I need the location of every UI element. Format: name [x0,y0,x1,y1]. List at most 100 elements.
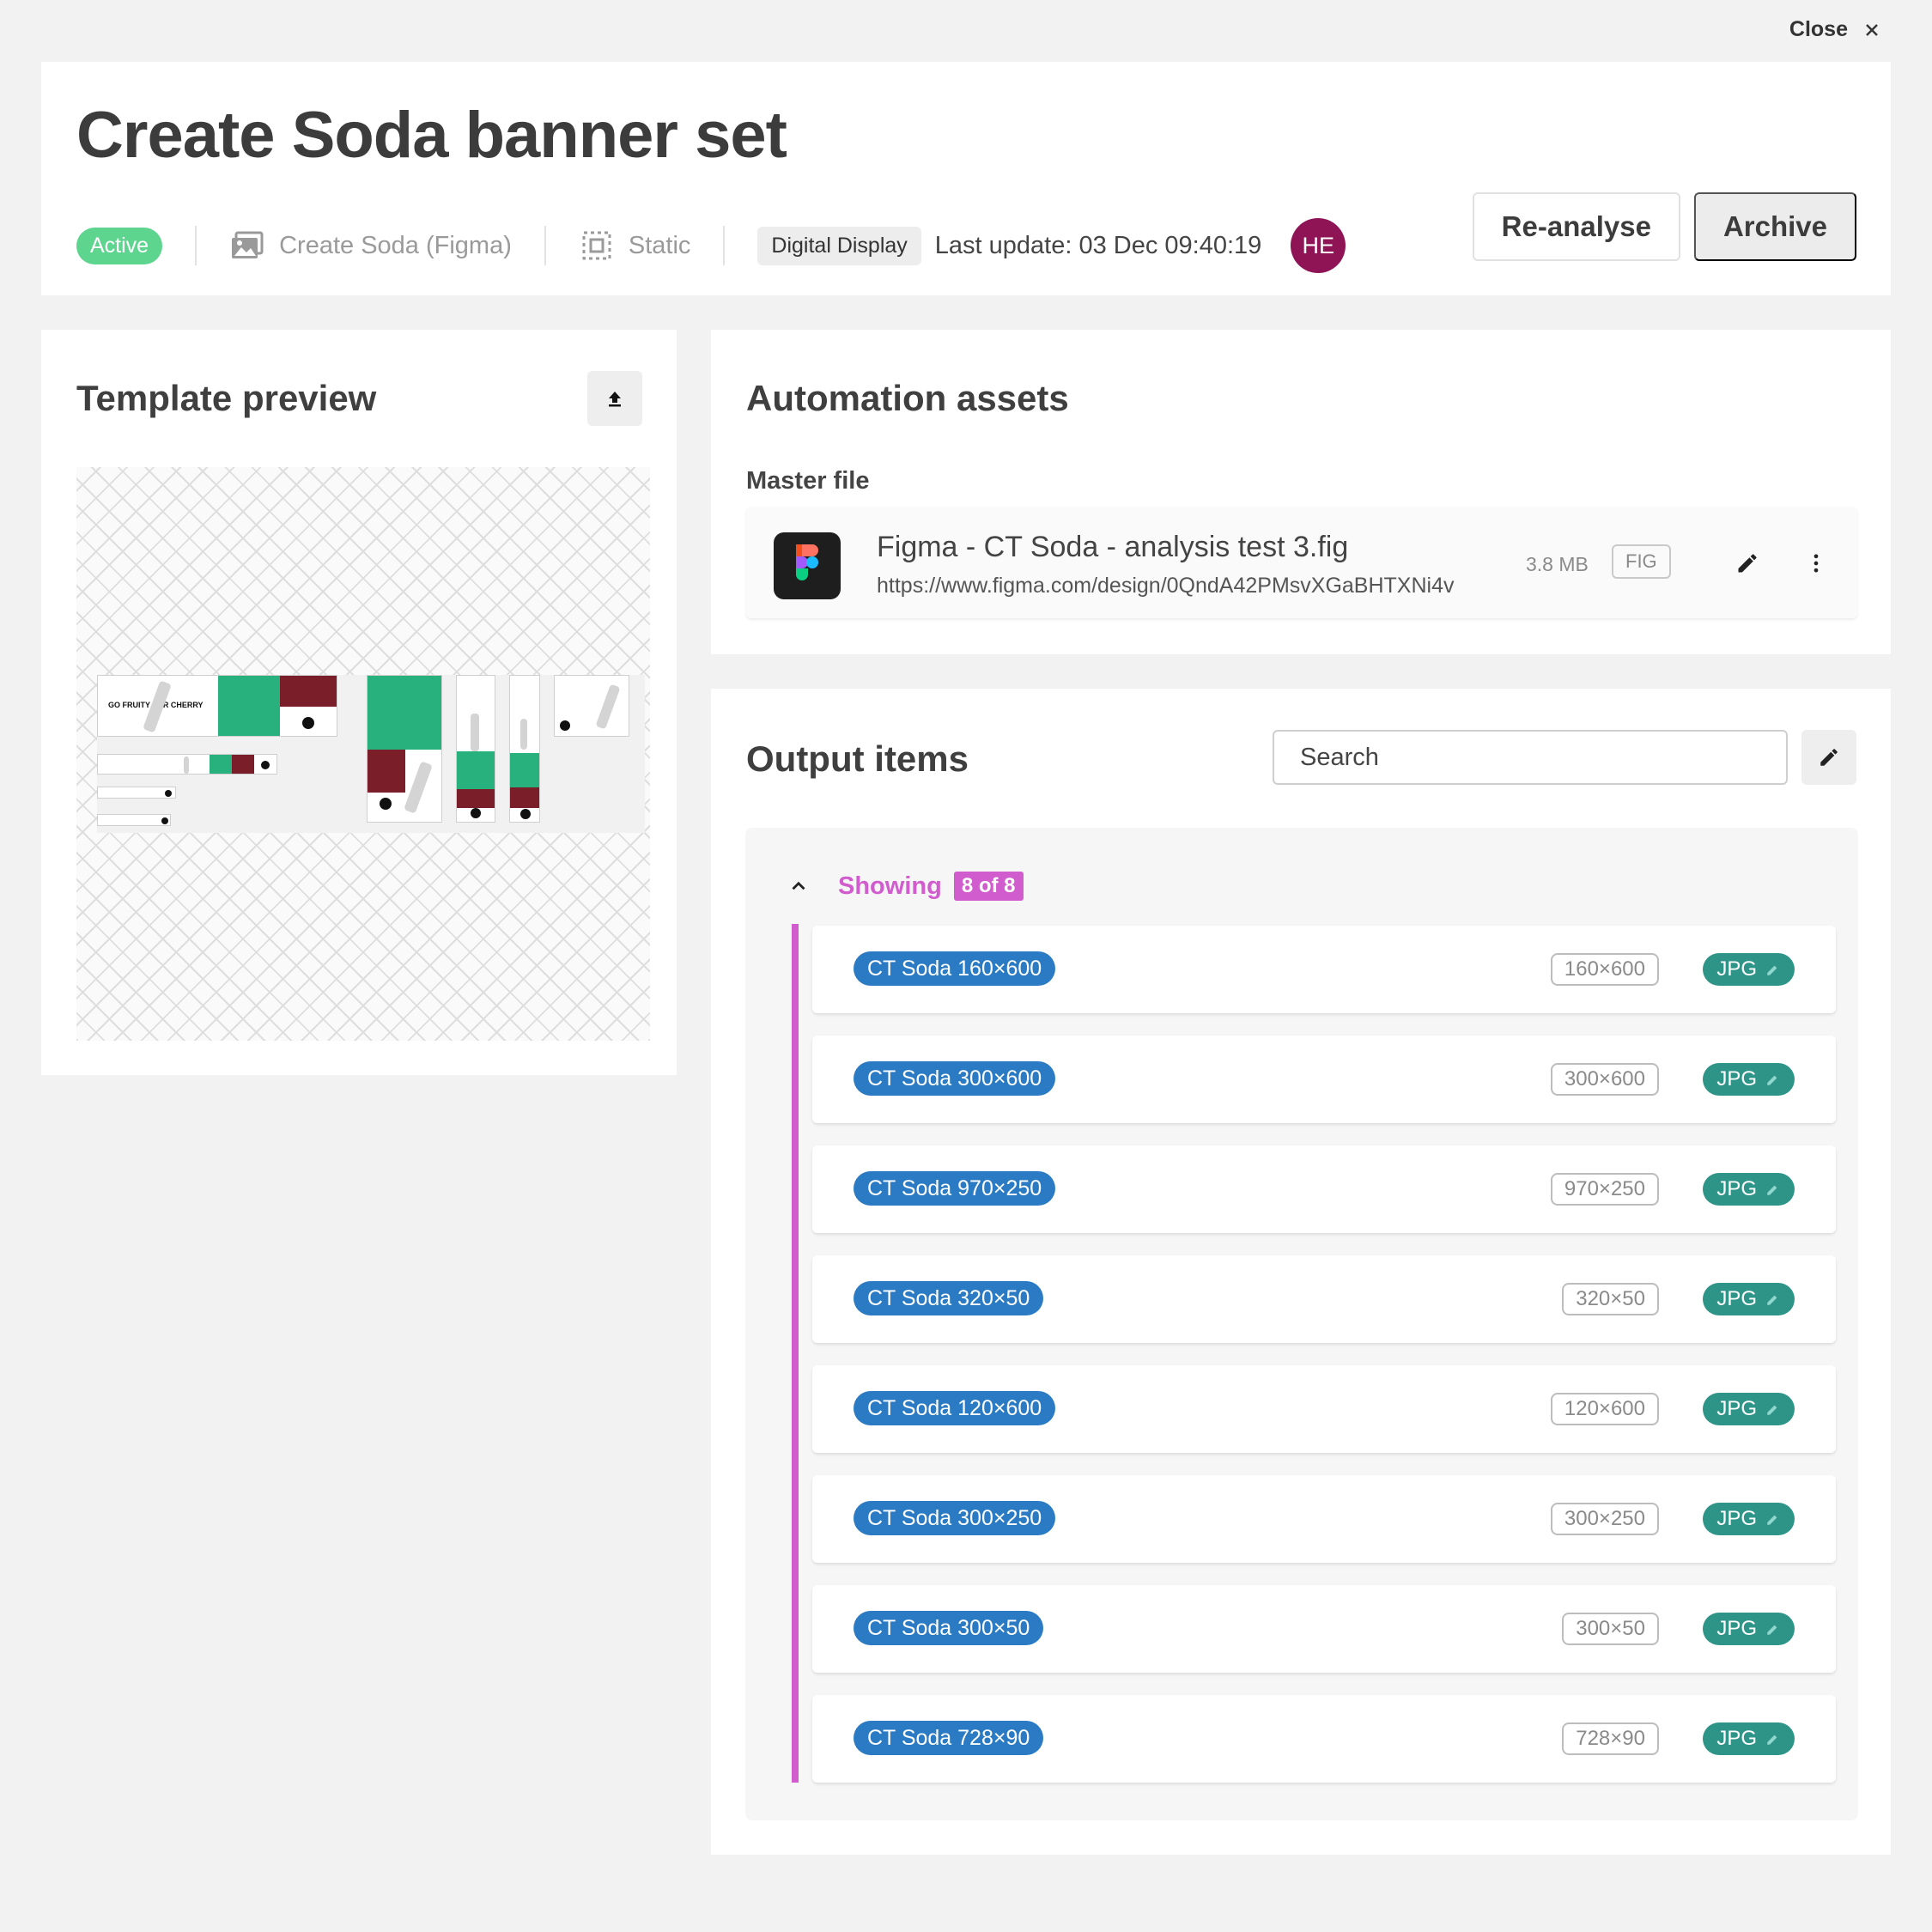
green-panel [218,676,280,736]
header-panel: Create Soda banner set Active Create Sod… [41,62,1891,295]
item-name-chip: CT Soda 300×600 [854,1061,1056,1096]
list-item[interactable]: CT Soda 300×600 300×600 JPG [812,1036,1836,1123]
pencil-icon [1767,965,1777,975]
page-title: Create Soda banner set [76,99,787,172]
master-file-row[interactable]: Figma - CT Soda - analysis test 3.fig ht… [746,507,1857,618]
list-item[interactable]: CT Soda 300×50 300×50 JPG [812,1585,1836,1673]
pencil-icon [1767,1405,1777,1415]
format-label: JPG [1716,1067,1757,1091]
logo-mark [560,720,570,731]
item-format-chip[interactable]: JPG [1703,1063,1795,1096]
format-label: JPG [1716,1507,1757,1530]
banner-300x600-thumb [367,675,442,823]
output-title: Output items [746,738,969,779]
banner-160x600-thumb [456,675,495,823]
item-name-chip: CT Soda 160×600 [854,951,1056,986]
logo-mark [165,790,172,797]
banner-320x50-thumb [97,787,176,799]
header-actions: Re-analyse Archive [1472,192,1856,261]
edit-file-button[interactable] [1730,546,1765,580]
item-dimension: 300×250 [1550,1503,1659,1535]
list-item[interactable]: CT Soda 970×250 970×250 JPG [812,1145,1836,1233]
output-items-card: Output items Showing 8 of 8 CT Soda 160×… [711,689,1891,1855]
reanalyse-button[interactable]: Re-analyse [1472,192,1680,261]
output-items: CT Soda 160×600 160×600 JPG CT Soda 300×… [812,926,1836,1805]
format-label: JPG [1716,1397,1757,1420]
source-item[interactable]: Create Soda (Figma) [229,228,512,264]
item-name-chip: CT Soda 300×50 [854,1611,1044,1645]
avatar[interactable]: HE [1291,218,1346,273]
can-image [404,761,433,814]
item-dimension: 728×90 [1562,1722,1659,1755]
file-url[interactable]: https://www.figma.com/design/0QndA42PMsv… [877,574,1455,598]
item-dimension: 300×50 [1562,1613,1659,1645]
banner-300x250-thumb [554,675,629,737]
item-format-chip[interactable]: JPG [1703,953,1795,986]
format-label: JPG [1716,1617,1757,1640]
preview-title: Template preview [76,378,377,418]
cherry-panel [232,755,254,774]
can-image [471,714,479,751]
more-vertical-icon [1814,554,1819,573]
search-input[interactable] [1273,730,1788,785]
item-format-chip[interactable]: JPG [1703,1613,1795,1645]
showing-count: 8 of 8 [953,872,1024,901]
green-panel [510,753,539,787]
pencil-icon [1767,1735,1777,1745]
item-format-chip[interactable]: JPG [1703,1393,1795,1425]
preview-canvas[interactable]: GO FRUITY FOR CHERRY [76,467,650,1041]
archive-button[interactable]: Archive [1693,192,1856,261]
divider [723,226,726,265]
cherry-panel [368,750,405,793]
showing-header[interactable]: Showing 8 of 8 [781,869,1024,903]
green-panel [210,755,232,774]
showing-label: Showing [838,872,942,900]
upload-button[interactable] [587,371,642,426]
file-type-badge: FIG [1612,544,1671,579]
list-item[interactable]: CT Soda 728×90 728×90 JPG [812,1695,1836,1783]
pencil-icon [1767,1185,1777,1195]
item-name-chip: CT Soda 728×90 [854,1721,1044,1755]
edit-outputs-button[interactable] [1801,730,1856,785]
green-panel [457,751,495,789]
item-dimension: 120×600 [1550,1393,1659,1425]
item-name-chip: CT Soda 120×600 [854,1391,1056,1425]
list-item[interactable]: CT Soda 160×600 160×600 JPG [812,926,1836,1013]
frame-icon [582,231,611,260]
item-format-chip[interactable]: JPG [1703,1503,1795,1535]
list-item[interactable]: CT Soda 120×600 120×600 JPG [812,1365,1836,1453]
group-accent-bar [792,924,799,1783]
logo-mark [302,717,314,729]
list-item[interactable]: CT Soda 320×50 320×50 JPG [812,1255,1836,1343]
logo-mark [380,798,392,810]
item-format-chip[interactable]: JPG [1703,1722,1795,1755]
item-name-chip: CT Soda 320×50 [854,1281,1044,1315]
master-file-label: Master file [746,467,870,495]
logo-mark [471,808,481,818]
can-image [184,756,189,774]
item-dimension: 320×50 [1562,1283,1659,1315]
format-label: JPG [1716,1287,1757,1310]
item-format-chip[interactable]: JPG [1703,1173,1795,1206]
banner-sheet: GO FRUITY FOR CHERRY [97,675,645,833]
automation-assets-card: Automation assets Master file Figma - CT… [711,330,1891,654]
last-update: Last update: 03 Dec 09:40:19 [934,231,1262,259]
list-item[interactable]: CT Soda 300×250 300×250 JPG [812,1475,1836,1563]
chevron-up-icon[interactable] [781,869,816,903]
more-options-button[interactable] [1799,546,1833,580]
type-label: Static [628,231,691,259]
source-label: Create Soda (Figma) [279,231,512,259]
format-label: JPG [1716,1177,1757,1200]
logo-mark [261,761,270,769]
close-icon [1866,23,1878,36]
upload-icon [609,392,621,407]
cherry-panel [457,789,495,808]
close-button[interactable]: Close [1789,17,1880,42]
file-size: 3.8 MB [1526,553,1589,575]
banner-970x250-thumb: GO FRUITY FOR CHERRY [97,675,337,737]
item-name-chip: CT Soda 300×250 [854,1501,1056,1535]
item-format-chip[interactable]: JPG [1703,1283,1795,1315]
type-item: Static [579,228,691,264]
item-dimension: 300×600 [1550,1063,1659,1096]
green-panel [368,676,441,750]
